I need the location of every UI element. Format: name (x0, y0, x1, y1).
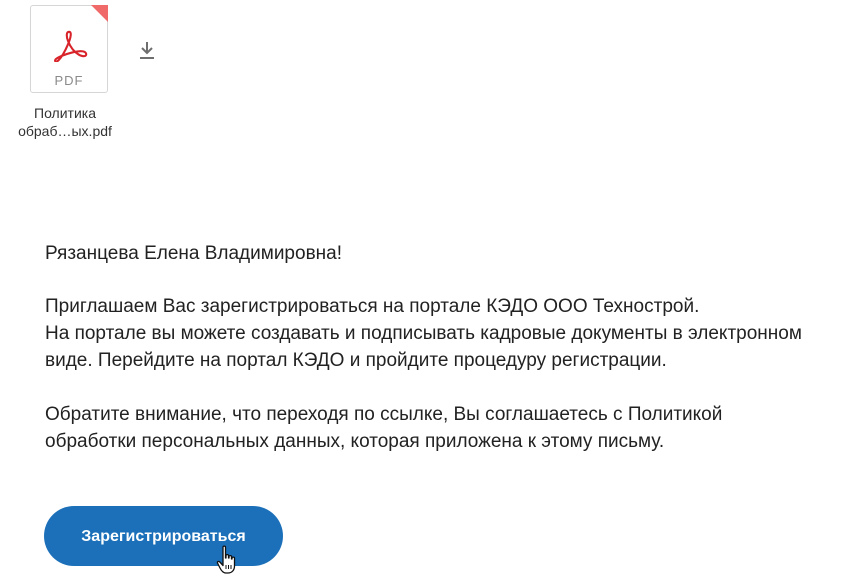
invitation-line-1: Приглашаем Вас зарегистрироваться на пор… (45, 296, 700, 317)
register-button[interactable]: Зарегистрироваться (44, 506, 283, 566)
file-type-label: PDF (54, 73, 84, 88)
privacy-line-1: Обратите внимание, что переходя по ссылк… (45, 404, 723, 425)
file-name-line1: Политика (34, 105, 96, 121)
privacy-line-2: обработки персональных данных, которая п… (45, 431, 665, 452)
file-name-line2: обраб…ых.pdf (18, 123, 112, 139)
pdf-thumbnail[interactable]: PDF (30, 5, 108, 93)
message-body: Рязанцева Елена Владимировна! Приглашаем… (45, 240, 860, 482)
greeting: Рязанцева Елена Владимировна! (45, 243, 342, 264)
invitation-paragraph: Приглашаем Вас зарегистрироваться на пор… (45, 293, 860, 374)
file-name[interactable]: Политика обраб…ых.pdf (10, 104, 120, 140)
page-corner-fold (91, 5, 108, 22)
invitation-line-2: На портале вы можете создавать и подписы… (45, 323, 802, 344)
privacy-paragraph: Обратите внимание, что переходя по ссылк… (45, 401, 860, 455)
pdf-icon (54, 30, 88, 62)
invitation-line-3: виде. Перейдите на портал КЭДО и пройдит… (45, 350, 667, 371)
download-icon[interactable] (137, 40, 157, 62)
